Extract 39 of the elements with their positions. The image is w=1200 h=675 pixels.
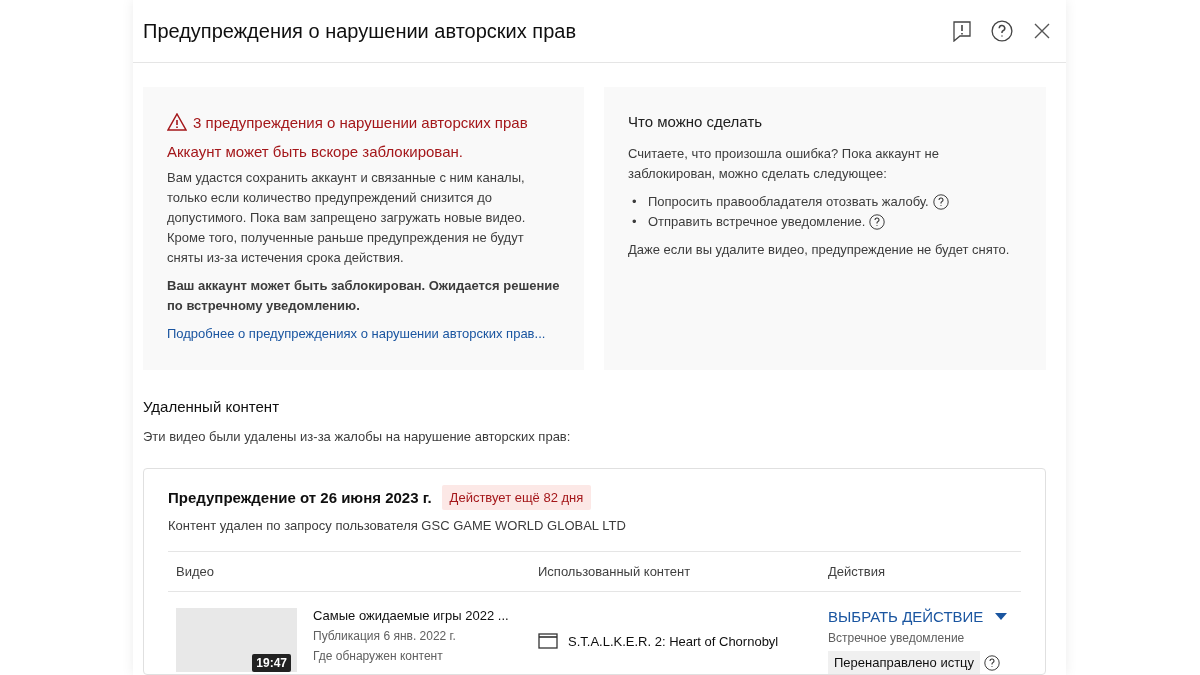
section-heading: Удаленный контент xyxy=(143,398,280,415)
close-icon xyxy=(1033,22,1051,40)
column-header: Использованный контент xyxy=(530,551,820,592)
bullet: • xyxy=(632,193,638,211)
requester-text: Контент удален по запросу пользователя GSC GAME WORLD GLOBAL LTD xyxy=(168,518,627,533)
help-intro: Считаете, что произошла ошибка? Пока аккаунт не заблокирован, можно сделать следующее: xyxy=(628,145,940,183)
help-icon[interactable] xyxy=(932,194,949,210)
dialog-title: Предупреждения о нарушении авторских прав xyxy=(143,19,577,43)
section-description: Эти видео были удалены из-за жалобы на нарушение авторских прав: xyxy=(143,429,572,444)
column-header: Видео xyxy=(168,551,530,592)
publish-date: Публикация 6 янв. 2022 г. xyxy=(313,629,457,643)
feedback-icon xyxy=(952,20,972,42)
strike-title: Предупреждение от 26 июня 2023 г. xyxy=(168,489,432,506)
status-chip: Перенаправлено истцу xyxy=(828,651,981,674)
action-label: Встречное уведомление xyxy=(828,631,966,645)
video-duration: 19:47 xyxy=(252,654,291,672)
learn-more-link[interactable]: Подробнее о предупреждениях о нарушении авторских прав... xyxy=(167,326,546,341)
warning-subheading: Аккаунт может быть вскоре заблокирован. xyxy=(167,143,464,160)
warning-text: Вам удастся сохранить аккаунт и связанные с ним каналы, только если количество предупреждений снизится до допустимого. Пока вам запрещено загружать новые видео. Кроме того, полученные раньше предупреждения не будут сняты из-за истечения срока действия. xyxy=(167,169,527,267)
caret-icon xyxy=(995,613,1008,620)
warning-heading: 3 предупреждения о нарушении авторских прав xyxy=(193,113,528,131)
help-icon[interactable] xyxy=(869,214,886,230)
video-thumbnail[interactable]: 19:47 xyxy=(176,608,297,672)
help-icon[interactable] xyxy=(984,654,1001,671)
option-text: Отправить встречное уведомление. xyxy=(648,213,866,231)
found-label: Где обнаружен контент xyxy=(313,649,444,663)
option-text: Попросить правообладателя отозвать жалобу. xyxy=(648,193,929,211)
select-action-dropdown[interactable]: ВЫБРАТЬ ДЕЙСТВИЕ xyxy=(828,608,1008,625)
help-heading: Что можно сделать xyxy=(628,113,764,130)
video-title[interactable]: Самые ожидаемые игры 2022 ... xyxy=(313,608,509,623)
bullet: • xyxy=(632,213,638,231)
help-icon xyxy=(991,20,1013,42)
account-status: Ваш аккаунт может быть заблокирован. Ожидается решение по встречному уведомлению. xyxy=(167,277,560,315)
column-header: Действия xyxy=(820,551,1021,592)
help-note: Даже если вы удалите видео, предупреждение не будет снято. xyxy=(628,241,1011,259)
window-icon xyxy=(538,633,558,649)
content-title: S.T.A.L.K.E.R. 2: Heart of Chornobyl xyxy=(568,633,779,649)
warning-icon xyxy=(167,113,187,131)
expiry-badge: Действует ещё 82 дня xyxy=(441,485,592,510)
